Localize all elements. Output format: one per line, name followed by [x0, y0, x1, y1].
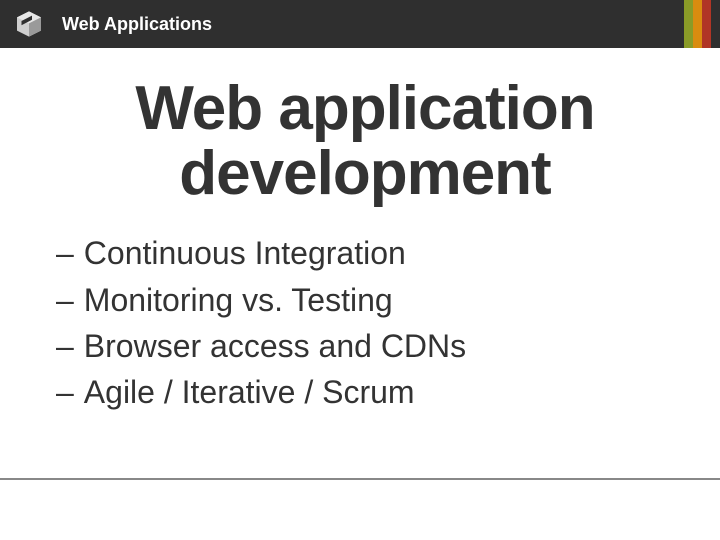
bullet-text: Monitoring vs. Testing: [84, 277, 393, 323]
list-item: – Continuous Integration: [56, 230, 680, 276]
list-item: – Monitoring vs. Testing: [56, 277, 680, 323]
logo-icon: [14, 9, 44, 39]
slide: Web Applications Web application develop…: [0, 0, 720, 540]
stripe-4: [711, 0, 720, 48]
stripe-2: [693, 0, 702, 48]
header-stripes: [684, 0, 720, 48]
bullet-text: Continuous Integration: [84, 230, 406, 276]
bullet-text: Browser access and CDNs: [84, 323, 466, 369]
slide-header: Web Applications: [0, 0, 720, 48]
header-title: Web Applications: [62, 14, 212, 35]
dash-icon: –: [56, 230, 74, 276]
dash-icon: –: [56, 277, 74, 323]
divider: [0, 478, 720, 480]
stripe-3: [702, 0, 711, 48]
bullet-text: Agile / Iterative / Scrum: [84, 369, 415, 415]
list-item: – Browser access and CDNs: [56, 323, 680, 369]
slide-title: Web application development: [60, 76, 670, 206]
list-item: – Agile / Iterative / Scrum: [56, 369, 680, 415]
slide-body: Web application development – Continuous…: [0, 48, 720, 416]
dash-icon: –: [56, 369, 74, 415]
dash-icon: –: [56, 323, 74, 369]
bullet-list: – Continuous Integration – Monitoring vs…: [50, 230, 680, 416]
stripe-1: [684, 0, 693, 48]
